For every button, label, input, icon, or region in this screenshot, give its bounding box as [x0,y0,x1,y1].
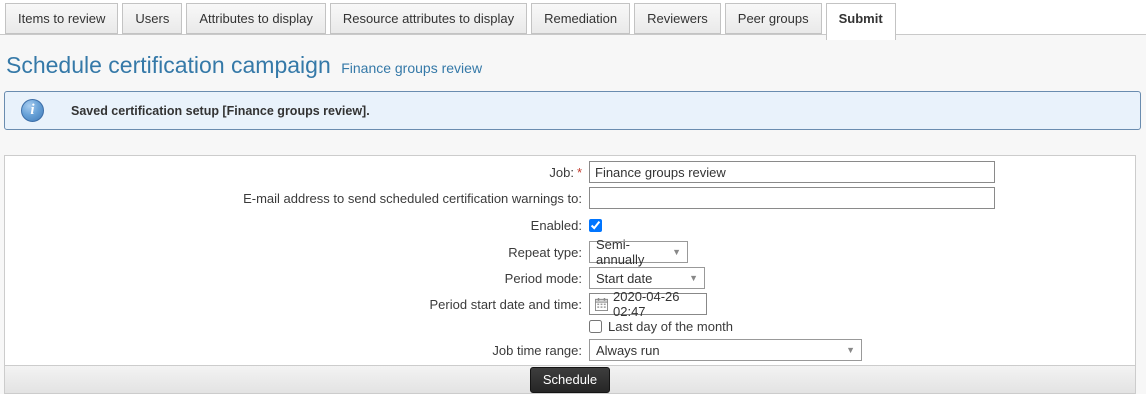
period-mode-label: Period mode: [5,271,582,286]
chevron-down-icon: ▼ [681,273,698,283]
tab-peer-groups[interactable]: Peer groups [725,3,822,34]
job-label: Job:* [5,165,582,180]
tab-items-to-review[interactable]: Items to review [5,3,118,34]
form-row-period-mode: Period mode: Start date ▼ [5,267,1135,289]
job-label-text: Job: [549,165,574,180]
period-mode-select[interactable]: Start date ▼ [589,267,705,289]
tab-bar: Items to review Users Attributes to disp… [0,0,1146,35]
required-asterisk: * [577,165,582,180]
period-start-value: 2020-04-26 02:47 [613,289,701,319]
form-row-last-day: Last day of the month [5,319,1135,334]
tab-remediation[interactable]: Remediation [531,3,630,34]
chevron-down-icon: ▼ [838,345,855,355]
info-icon: i [21,99,44,122]
tab-attributes-to-display[interactable]: Attributes to display [186,3,325,34]
schedule-form-body: Job:* E-mail address to send scheduled c… [5,156,1135,365]
job-time-range-label: Job time range: [5,343,582,358]
tab-users[interactable]: Users [122,3,182,34]
page-content: Schedule certification campaign Finance … [0,35,1146,394]
tab-reviewers[interactable]: Reviewers [634,3,721,34]
form-row-job-time-range: Job time range: Always run ▼ [5,339,1135,361]
page-header: Schedule certification campaign Finance … [6,52,1146,79]
form-footer-bar: Schedule [5,365,1135,393]
period-start-datepicker[interactable]: 2020-04-26 02:47 [589,293,707,315]
form-row-repeat-type: Repeat type: Semi-annually ▼ [5,241,1135,263]
info-banner-text: Saved certification setup [Finance group… [71,104,370,118]
schedule-form-panel: Job:* E-mail address to send scheduled c… [4,155,1136,394]
form-row-job: Job:* [5,161,1135,183]
calendar-icon [595,298,608,311]
last-day-checkbox[interactable] [589,320,602,333]
schedule-button[interactable]: Schedule [530,367,610,393]
page-subtitle: Finance groups review [341,60,482,76]
tab-submit[interactable]: Submit [826,3,896,40]
tab-resource-attributes-to-display[interactable]: Resource attributes to display [330,3,527,34]
job-time-range-value: Always run [596,343,660,358]
chevron-down-icon: ▼ [664,247,681,257]
email-label: E-mail address to send scheduled certifi… [5,191,582,206]
repeat-type-label: Repeat type: [5,245,582,260]
page-title: Schedule certification campaign [6,52,331,78]
form-row-period-start: Period start date and time: [5,293,1135,315]
repeat-type-select[interactable]: Semi-annually ▼ [589,241,688,263]
period-mode-value: Start date [596,271,652,286]
enabled-checkbox[interactable] [589,219,602,232]
last-day-label: Last day of the month [608,319,733,334]
enabled-label: Enabled: [5,218,582,233]
job-input[interactable] [589,161,995,183]
period-start-label: Period start date and time: [5,297,582,312]
info-banner: i Saved certification setup [Finance gro… [4,91,1141,130]
email-input[interactable] [589,187,995,209]
form-row-enabled: Enabled: [5,213,1135,237]
job-time-range-select[interactable]: Always run ▼ [589,339,862,361]
form-row-email: E-mail address to send scheduled certifi… [5,187,1135,209]
repeat-type-value: Semi-annually [596,237,664,267]
